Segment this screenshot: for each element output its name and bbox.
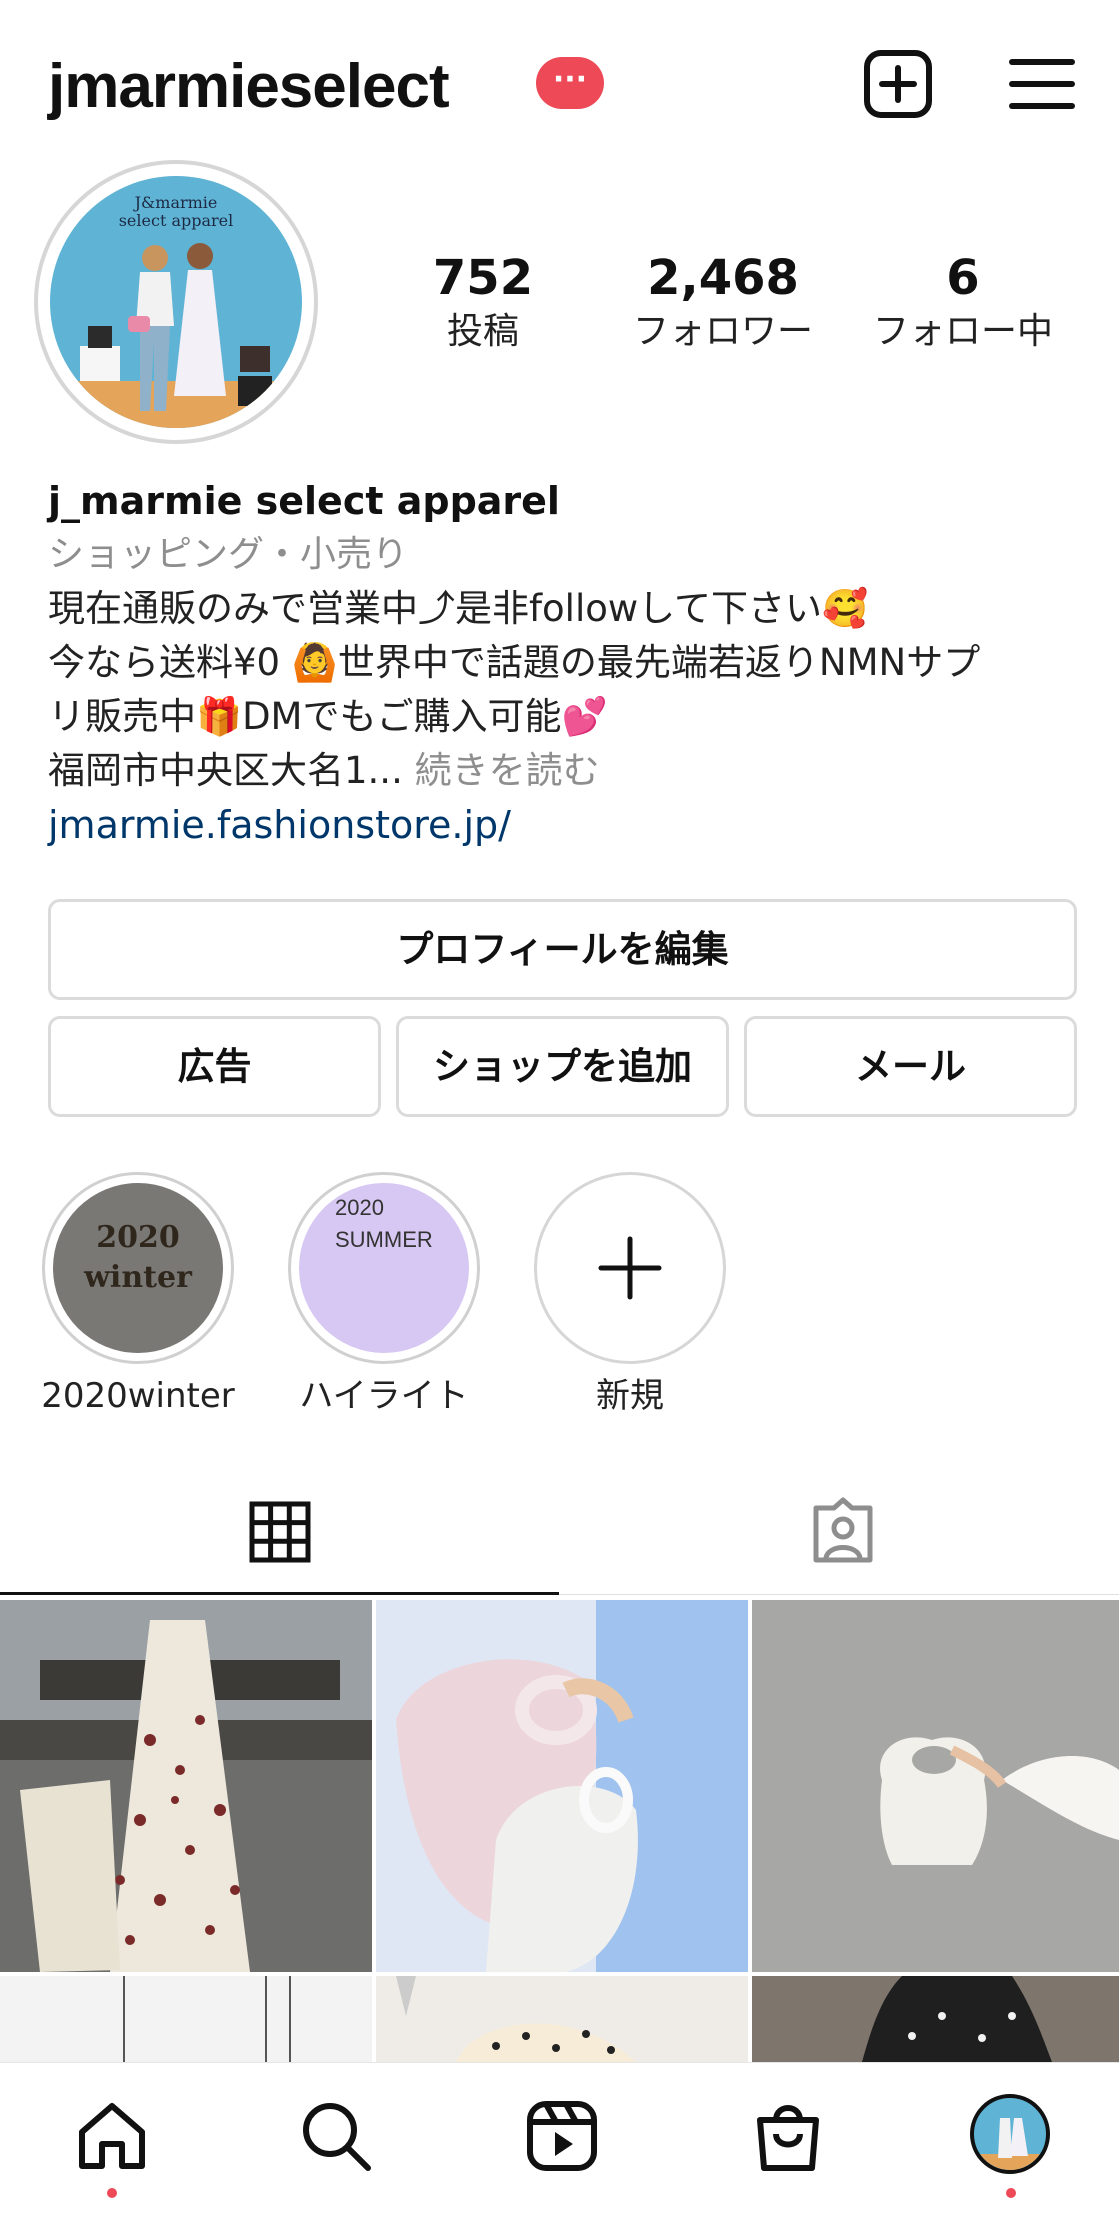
highlight-summer[interactable]: 2020 SUMMER [288, 1172, 480, 1364]
search-icon[interactable] [298, 2098, 374, 2174]
email-button[interactable]: メール [744, 1016, 1077, 1117]
hamburger-menu-icon[interactable] [1006, 48, 1078, 120]
activity-dot [1006, 2188, 1016, 2198]
following-count[interactable]: 6 [853, 250, 1073, 306]
posts-label[interactable]: 投稿 [408, 310, 558, 354]
post-thumbnail[interactable] [376, 1976, 748, 2062]
tab-active-indicator [0, 1592, 559, 1595]
avatar[interactable]: J&marmie select apparel [50, 176, 302, 428]
bio-text-line: 現在通販のみで営業中⤴是非followして下さい🥰 [48, 587, 869, 630]
bio-text-line: 今なら送料¥0 🙆世界中で話題の最先端若返りNMNサプ [48, 641, 981, 684]
bio-text-line: 福岡市中央区大名1... 続きを読む [48, 744, 600, 798]
activity-dot [107, 2188, 117, 2198]
profile-username[interactable]: jmarmieselect [48, 42, 450, 132]
bio-address: 福岡市中央区大名1... [48, 749, 403, 792]
post-thumbnail[interactable] [752, 1600, 1119, 1972]
following-label[interactable]: フォロー中 [853, 310, 1073, 354]
highlight-2020winter[interactable]: 2020 winter [42, 1172, 234, 1364]
add-shop-button[interactable]: ショップを追加 [396, 1016, 729, 1117]
highlight-label[interactable]: 2020winter [18, 1374, 258, 1418]
highlight-label[interactable]: ハイライト [264, 1374, 504, 1418]
reels-icon[interactable] [524, 2098, 600, 2174]
new-highlight-button[interactable] [534, 1172, 726, 1364]
home-icon[interactable] [74, 2098, 150, 2174]
highlight-cover-text: 2020 [335, 1195, 384, 1220]
post-thumbnail[interactable] [752, 1976, 1119, 2062]
bio-text-line: リ販売中🎁DMでもご購入可能💕 [48, 695, 608, 738]
posts-count[interactable]: 752 [408, 250, 558, 306]
highlight-cover-text: 2020 [96, 1220, 180, 1255]
post-thumbnail[interactable] [0, 1976, 372, 2062]
ads-button[interactable]: 広告 [48, 1016, 381, 1117]
display-name: j_marmie select apparel [48, 479, 560, 523]
post-thumbnail[interactable] [376, 1600, 748, 1972]
website-link[interactable]: jmarmie.fashionstore.jp/ [48, 798, 511, 852]
highlight-label[interactable]: 新規 [510, 1374, 750, 1418]
post-thumbnail[interactable] [0, 1600, 372, 1972]
category-label: ショッピング・小売り [48, 534, 409, 575]
profile-avatar-icon[interactable] [970, 2094, 1050, 2174]
read-more-link[interactable]: 続きを読む [403, 749, 600, 792]
tagged-person-icon[interactable] [808, 1496, 878, 1566]
plus-icon [598, 1236, 662, 1300]
highlight-cover: 2020 SUMMER [299, 1183, 469, 1353]
highlight-cover-text: SUMMER [335, 1227, 433, 1252]
followers-count[interactable]: 2,468 [603, 250, 843, 306]
highlight-cover: 2020 winter [53, 1183, 223, 1353]
followers-label[interactable]: フォロワー [603, 310, 843, 354]
notification-badge[interactable]: ··· [536, 57, 604, 109]
grid-icon[interactable] [248, 1500, 312, 1564]
highlight-cover-text: winter [84, 1260, 192, 1295]
shop-icon[interactable] [750, 2098, 826, 2174]
edit-profile-button[interactable]: プロフィールを編集 [48, 899, 1077, 1000]
plus-square-icon[interactable] [862, 48, 934, 120]
